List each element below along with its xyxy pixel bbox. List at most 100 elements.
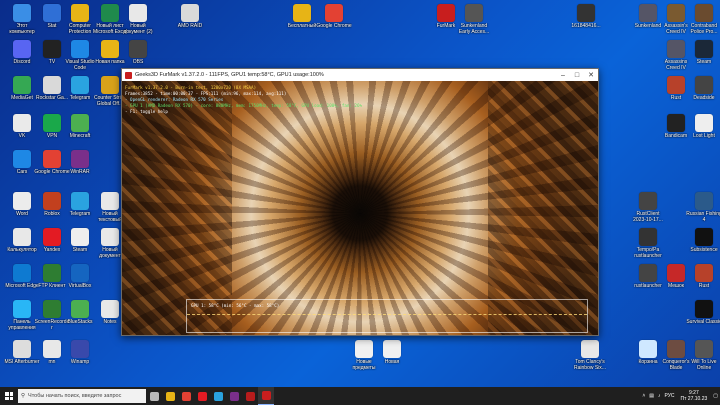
yandex-icon: [197, 391, 207, 401]
desktop-icon[interactable]: Winamp: [62, 340, 98, 371]
discord-icon: [13, 40, 31, 58]
chrome-icon: [43, 150, 61, 168]
desktop-icon[interactable]: Tom Clancy's Rainbow Six...: [572, 340, 608, 371]
desktop-icon-label: Новая: [384, 359, 400, 365]
game-icon: [695, 4, 713, 22]
furmark-window[interactable]: Geeks3D FurMark v1.37.2.0 - 111FPS, GPU1…: [121, 68, 599, 336]
desktop-icon[interactable]: Lost Light: [686, 114, 720, 145]
taskbar-app-telegram[interactable]: [210, 387, 226, 405]
doc-icon: [43, 76, 61, 94]
desktop-icon[interactable]: Tempo/Pa rustlauncher: [630, 228, 666, 259]
taskbar-app-task-view[interactable]: [146, 387, 162, 405]
search-icon: ⚲: [21, 393, 26, 399]
game-icon: [667, 4, 685, 22]
desktop-icon[interactable]: Subsistence: [686, 228, 720, 259]
search-placeholder: Чтобы начать поиск, введите запрос: [28, 393, 122, 399]
desktop-icon[interactable]: Бесплатный: [284, 4, 320, 35]
taskbar-app-yandex[interactable]: [194, 387, 210, 405]
desktop-icon-label: Новый документ (2): [123, 23, 153, 35]
desktop-icon[interactable]: Sunkenland Early Acces...: [456, 4, 492, 35]
start-button[interactable]: [0, 387, 18, 405]
desktop-icon-label: WinRAR: [70, 169, 90, 175]
desktop-icon[interactable]: 161848416...: [568, 4, 604, 35]
desktop-icon-label: Tom Clancy's Rainbow Six...: [574, 359, 606, 371]
window-titlebar[interactable]: Geeks3D FurMark v1.37.2.0 - 111FPS, GPU1…: [122, 69, 598, 81]
desktop-icon[interactable]: VirtualBox: [62, 264, 98, 295]
desktop-icon[interactable]: Steam: [686, 40, 720, 71]
desktop-icon-label: Google Chrome: [316, 23, 352, 29]
desktop-icon-label: Deadside: [693, 95, 715, 101]
taskbar-app-winrar[interactable]: [226, 387, 242, 405]
notifications-icon[interactable]: ▢: [711, 393, 720, 399]
desktop-icon-label: Lost Light: [693, 133, 715, 139]
taskbar-search[interactable]: ⚲ Чтобы начать поиск, введите запрос: [18, 389, 146, 403]
taskbar-app-chrome[interactable]: [178, 387, 194, 405]
app-icon: [71, 264, 89, 282]
doc-icon: [581, 340, 599, 358]
desktop-icon[interactable]: Deadside: [686, 76, 720, 107]
temperature-graph: GPU 1: 58°C (min: 56°C - max: 58°C): [186, 299, 588, 333]
desktop-icon[interactable]: AMD RAID: [172, 4, 208, 35]
game-icon: [695, 340, 713, 358]
doc-icon: [43, 340, 61, 358]
game-icon: [695, 300, 713, 318]
desktop-icon[interactable]: Contraband Police Pro...: [686, 4, 720, 35]
download-icon: [13, 76, 31, 94]
doc-icon: [101, 228, 119, 246]
winrar-icon: [229, 391, 239, 401]
game-icon: [695, 76, 713, 94]
desktop-icon[interactable]: WinRAR: [62, 150, 98, 181]
desktop-icon[interactable]: OBS: [120, 40, 156, 71]
yandex-icon: [43, 228, 61, 246]
graph-line: [187, 314, 587, 315]
game-icon: [43, 192, 61, 210]
desktop-icon[interactable]: Minecraft: [62, 114, 98, 145]
doc-icon: [43, 4, 61, 22]
game-icon: [639, 4, 657, 22]
language-indicator[interactable]: РУС: [663, 393, 677, 399]
maximize-button[interactable]: □: [570, 69, 584, 81]
game-icon: [695, 264, 713, 282]
chevron-up-icon[interactable]: ˄: [640, 393, 647, 399]
furmark-icon: [125, 71, 132, 79]
clock[interactable]: 9:27 Пт 27.10.23: [677, 390, 712, 402]
game-icon: [101, 76, 119, 94]
minimize-button[interactable]: –: [556, 69, 570, 81]
desktop-icon-label: Winamp: [70, 359, 90, 365]
taskbar-app-furmark[interactable]: [258, 387, 274, 405]
game-icon: [465, 4, 483, 22]
network-icon[interactable]: ▤: [647, 393, 656, 399]
folder-icon: [71, 4, 89, 22]
vscode-icon: [71, 40, 89, 58]
monitor-icon: [13, 4, 31, 22]
doc-icon: [13, 192, 31, 210]
doc-icon: [129, 4, 147, 22]
desktop-icon[interactable]: Google Chrome: [316, 4, 352, 35]
desktop-icon[interactable]: Will To Live Online: [686, 340, 720, 371]
desktop-icon-label: Steam: [696, 59, 712, 65]
app-icon: [13, 340, 31, 358]
doc-icon: [383, 340, 401, 358]
game-icon: [71, 114, 89, 132]
taskbar-app-filezilla[interactable]: [242, 387, 258, 405]
doc-icon: [181, 4, 199, 22]
desktop-icon[interactable]: Survival Classic: [686, 300, 720, 331]
chrome-icon: [325, 4, 343, 22]
desktop-icon[interactable]: RustClient 2023-10-17...: [630, 192, 666, 223]
desktop-icon[interactable]: Новая: [374, 340, 410, 371]
graph-label: GPU 1: 58°C (min: 56°C - max: 58°C): [191, 303, 280, 308]
taskbar: ⚲ Чтобы начать поиск, введите запрос ˄ ▤…: [0, 387, 720, 405]
game-icon: [667, 76, 685, 94]
close-button[interactable]: ✕: [584, 69, 598, 81]
desktop-icon[interactable]: Rust: [686, 264, 720, 295]
hud-overlay: FurMark v1.37.2.0 - Burn-in test, 1280x7…: [125, 85, 362, 115]
desktop-icon[interactable]: Новый документ (2): [120, 4, 156, 35]
desktop-icon-label: Will To Live Online: [691, 359, 717, 371]
game-icon: [667, 40, 685, 58]
hud-line: - F1: toggle help: [125, 109, 168, 114]
desktop-icon-label: Survival Classic: [686, 319, 720, 325]
taskbar-app-explorer[interactable]: [162, 387, 178, 405]
bandicam-icon: [667, 114, 685, 132]
desktop-icon[interactable]: Russian Fishing 4: [686, 192, 720, 223]
desktop-icon-label: Rust: [698, 283, 710, 289]
